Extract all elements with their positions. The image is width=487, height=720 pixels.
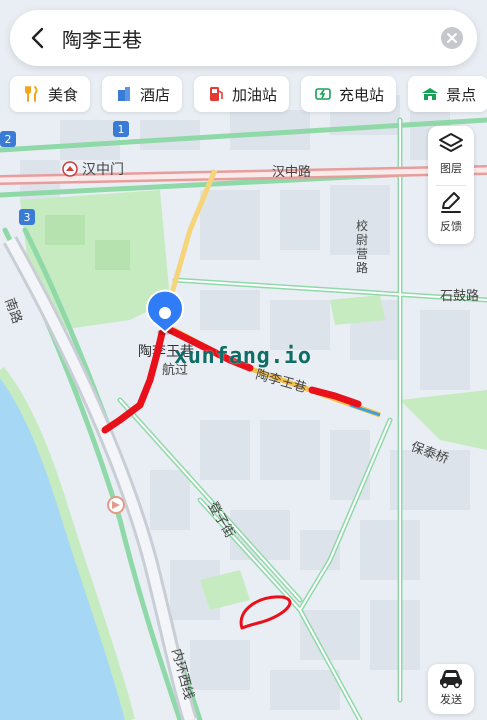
hotel-icon [114,84,134,104]
map-tools-panel: 图层 反馈 [428,126,474,244]
divider [436,185,466,186]
gas-station-icon [206,84,226,104]
back-button[interactable] [24,24,52,52]
send-button[interactable]: 发送 [428,664,474,714]
layers-icon [439,133,463,152]
svg-text:3: 3 [24,211,31,224]
chip-hotel-label: 酒店 [140,85,171,104]
metro-badge-1[interactable]: 1 [113,121,129,137]
chip-charging-station[interactable]: 充电站 [301,76,397,112]
layers-label: 图层 [440,162,462,175]
food-icon [22,84,42,104]
feedback-button[interactable]: 反馈 [428,188,474,244]
chip-food[interactable]: 美食 [10,76,91,112]
send-label: 发送 [440,693,462,706]
metro-badge-3[interactable]: 3 [19,209,35,225]
svg-text:1: 1 [118,123,125,136]
search-bar[interactable]: 陶李王巷 [10,10,477,66]
label-hanzhong-road: 汉中路 [272,164,311,180]
feedback-label: 反馈 [440,220,462,233]
svg-text:2: 2 [5,133,12,146]
scenic-spot-icon [420,84,440,104]
close-icon [447,33,457,43]
layers-button[interactable]: 图层 [428,130,474,186]
chip-charging-station-label: 充电站 [339,85,385,104]
metro-badge-2[interactable]: 2 [0,131,16,147]
chip-scenic-spot[interactable]: 景点 [408,76,487,112]
chip-hotel[interactable]: 酒店 [102,76,183,112]
charging-station-icon [313,84,333,104]
back-arrow-icon [31,27,44,49]
label-shigu-road: 石鼓路 [440,288,479,304]
category-chips: 美食 酒店 加油站 充电站 景点 [10,76,487,112]
hanzhongmen-poi-icon[interactable] [62,161,78,177]
chip-gas-station[interactable]: 加油站 [194,76,290,112]
clear-button[interactable] [441,27,463,49]
label-hanzhongmen: 汉中门 [82,162,124,178]
watermark-text: xunfang.io [174,344,312,369]
chip-gas-station-label: 加油站 [232,85,278,104]
car-send-icon [440,670,462,689]
chip-scenic-spot-label: 景点 [446,85,477,104]
label-xiaowei-ying-road: 校尉营路 [356,218,368,275]
search-query[interactable]: 陶李王巷 [62,24,441,53]
edit-icon [441,192,461,213]
poi-marker-icon[interactable] [107,496,125,514]
chip-food-label: 美食 [48,85,79,104]
